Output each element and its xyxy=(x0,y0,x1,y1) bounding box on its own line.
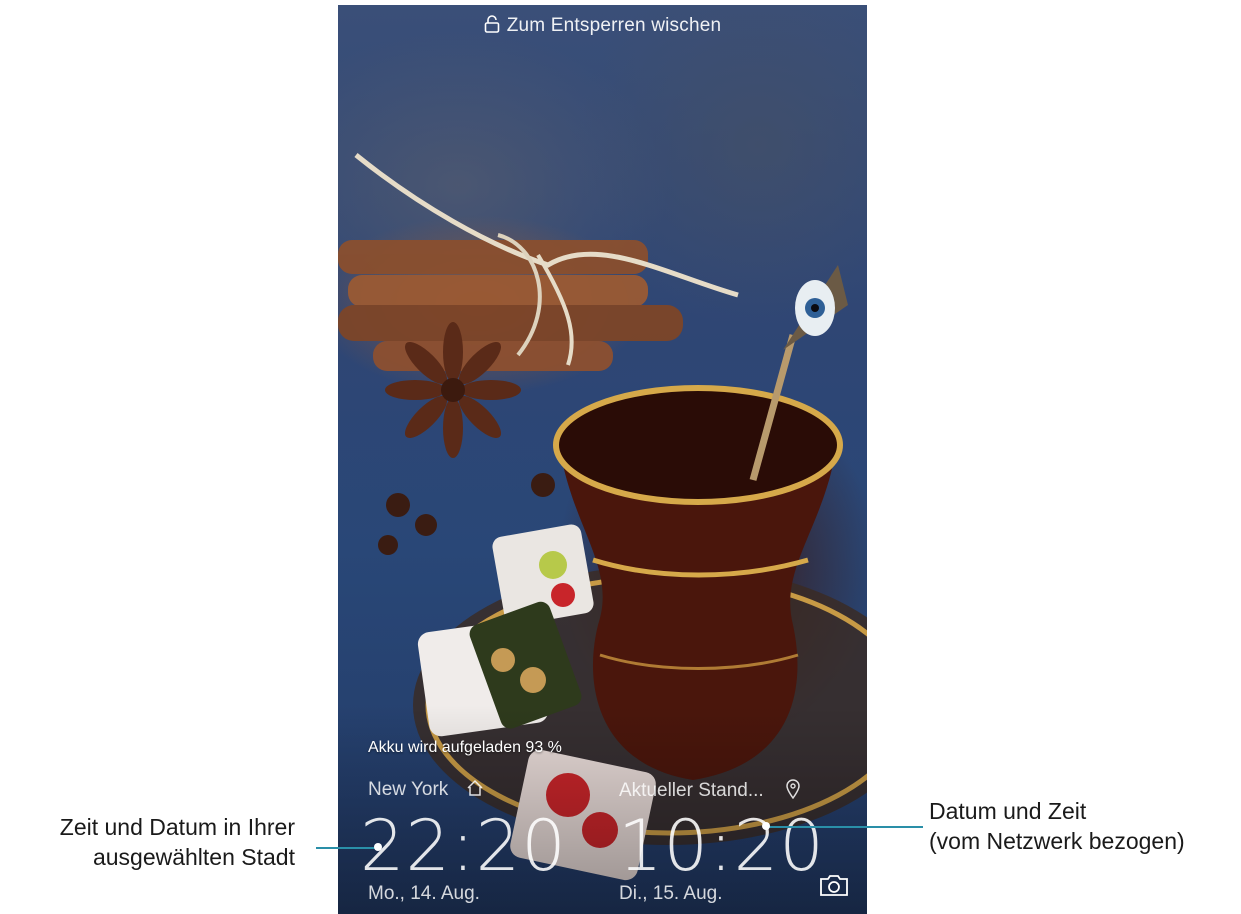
callout-local-line2: (vom Netzwerk bezogen) xyxy=(929,828,1185,854)
home-city-time: 22:20 xyxy=(360,805,567,887)
callout-home-clock: Zeit und Datum in Ihrer ausgewählten Sta… xyxy=(60,812,295,872)
callout-home-line1: Zeit und Datum in Ihrer xyxy=(59,814,295,840)
unlock-hint-text: Zum Entsperren wischen xyxy=(506,15,722,36)
lock-screen[interactable]: Zum Entsperren wischen Akku wird aufgela… xyxy=(338,5,867,914)
local-time: 10:20 xyxy=(618,805,825,887)
home-icon xyxy=(466,779,484,803)
charging-status: Akku wird aufgeladen 93 % xyxy=(368,739,562,756)
callout-local-dot xyxy=(762,822,770,830)
home-city-date: Mo., 14. Aug. xyxy=(368,883,480,904)
callout-local-clock: Datum und Zeit (vom Netzwerk bezogen) xyxy=(929,796,1185,856)
unlock-icon xyxy=(484,15,500,39)
unlock-hint[interactable]: Zum Entsperren wischen xyxy=(338,15,867,39)
home-city-name: New York xyxy=(368,779,449,800)
location-pin-icon xyxy=(785,779,801,805)
local-city-name: Aktueller Stand... xyxy=(619,780,764,801)
callout-home-line2: ausgewählten Stadt xyxy=(92,844,295,870)
callout-home-line xyxy=(316,847,378,849)
local-date: Di., 15. Aug. xyxy=(619,883,723,904)
callout-home-dot xyxy=(374,843,382,851)
camera-shortcut-icon[interactable] xyxy=(819,873,849,897)
wallpaper-image xyxy=(338,153,867,914)
local-city-label: Aktueller Stand... xyxy=(619,779,801,805)
home-city-label: New York xyxy=(368,779,484,803)
callout-local-line xyxy=(767,826,923,828)
callout-local-line1: Datum und Zeit xyxy=(929,798,1087,824)
